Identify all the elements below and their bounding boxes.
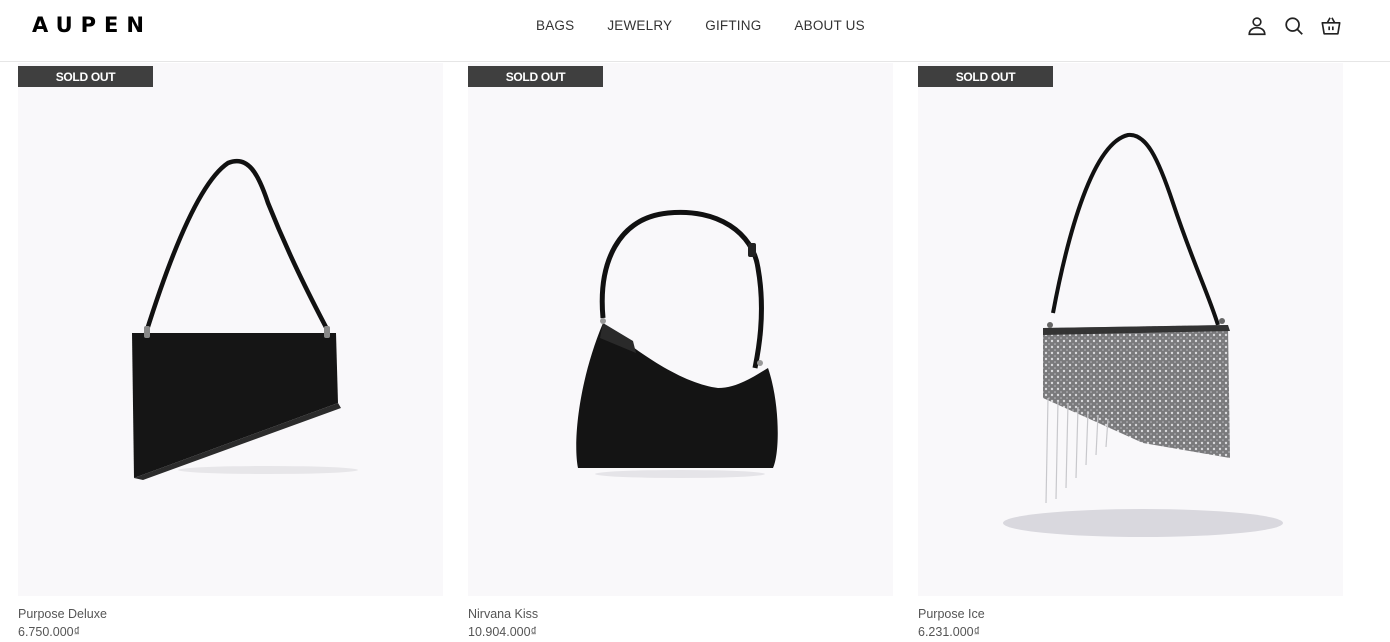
product-title[interactable]: Nirvana Kiss xyxy=(468,607,538,621)
product-card[interactable]: SOLD OUT Purpose Deluxe 6.750.000₫ xyxy=(18,63,443,639)
product-title[interactable]: Purpose Ice xyxy=(918,607,985,621)
account-icon[interactable] xyxy=(1246,15,1268,37)
nav-item-about-us[interactable]: ABOUT US xyxy=(794,18,864,33)
product-image[interactable]: SOLD OUT xyxy=(468,63,893,596)
nav-item-bags[interactable]: BAGS xyxy=(536,18,574,33)
main-nav: BAGS JEWELRY GIFTING ABOUT US xyxy=(536,18,898,33)
product-image[interactable]: SOLD OUT xyxy=(918,63,1343,596)
brand-logo[interactable]: AUPEN xyxy=(32,13,152,37)
bag-image xyxy=(576,209,778,478)
bag-image xyxy=(1003,132,1283,537)
sold-out-badge: SOLD OUT xyxy=(918,66,1053,87)
product-price: 6.231.000₫ xyxy=(918,625,981,639)
nav-item-jewelry[interactable]: JEWELRY xyxy=(607,18,672,33)
product-price: 10.904.000₫ xyxy=(468,625,537,639)
product-card[interactable]: SOLD OUT Purpose Ice 6.231.000₫ xyxy=(918,63,1343,639)
bag-image xyxy=(132,159,358,480)
header-icons xyxy=(1246,15,1342,37)
search-icon[interactable] xyxy=(1283,15,1305,37)
product-title[interactable]: Purpose Deluxe xyxy=(18,607,107,621)
sold-out-badge: SOLD OUT xyxy=(18,66,153,87)
site-header: AUPEN BAGS JEWELRY GIFTING ABOUT US xyxy=(0,0,1390,62)
product-price: 6.750.000₫ xyxy=(18,625,81,639)
nav-item-gifting[interactable]: GIFTING xyxy=(705,18,761,33)
product-card[interactable]: SOLD OUT Nirvana Kiss 10.904.000₫ xyxy=(468,63,893,639)
product-image[interactable]: SOLD OUT xyxy=(18,63,443,596)
sold-out-badge: SOLD OUT xyxy=(468,66,603,87)
cart-icon[interactable] xyxy=(1320,15,1342,37)
